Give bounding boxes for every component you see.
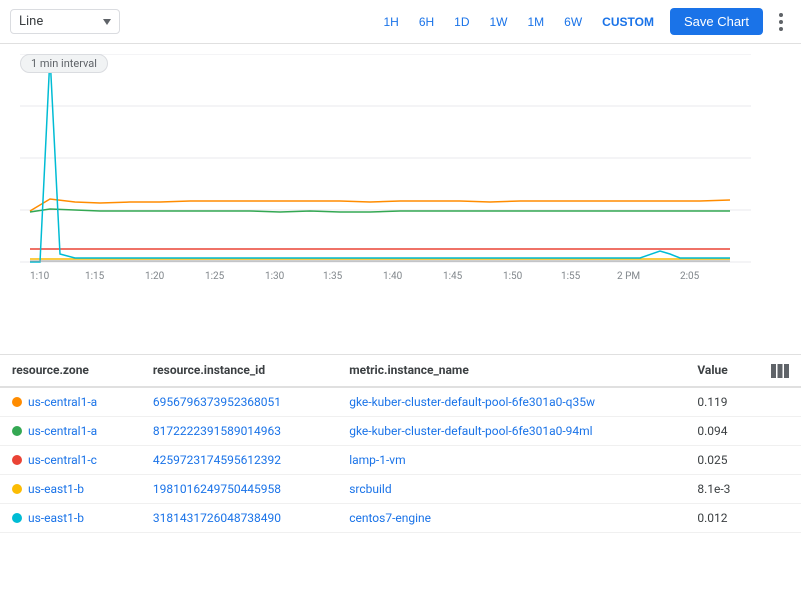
table-row: us-east1-b 1981016249750445958 srcbuild …: [0, 474, 801, 503]
cell-zone-4: us-east1-b: [0, 503, 141, 532]
series-dot-1: [12, 426, 22, 436]
x-label-2pm: 2 PM: [617, 271, 640, 282]
cell-metric-1: gke-kuber-cluster-default-pool-6fe301a0-…: [337, 416, 685, 445]
instance-link-0[interactable]: 6956796373952368051: [153, 395, 281, 409]
zone-link-3[interactable]: us-east1-b: [28, 482, 84, 496]
table-header-row: resource.zone resource.instance_id metri…: [0, 355, 801, 387]
columns-icon[interactable]: [771, 364, 789, 378]
x-label-145: 1:45: [443, 271, 463, 282]
x-label-130: 1:30: [265, 271, 285, 282]
instance-link-4[interactable]: 3181431726048738490: [153, 511, 281, 525]
cell-empty-0: [759, 387, 801, 417]
metric-link-0[interactable]: gke-kuber-cluster-default-pool-6fe301a0-…: [349, 395, 595, 409]
zone-link-0[interactable]: us-central1-a: [28, 395, 97, 409]
cell-metric-2: lamp-1-vm: [337, 445, 685, 474]
cell-value-2: 0.025: [685, 445, 759, 474]
time-btn-1m[interactable]: 1M: [520, 11, 553, 33]
cell-value-4: 0.012: [685, 503, 759, 532]
cell-zone-1: us-central1-a: [0, 416, 141, 445]
line-cyan: [30, 56, 730, 262]
x-label-125: 1:25: [205, 271, 225, 282]
table-row: us-central1-a 6956796373952368051 gke-ku…: [0, 387, 801, 417]
col-icon: [759, 355, 801, 387]
x-label-115: 1:15: [85, 271, 105, 282]
x-label-205: 2:05: [680, 271, 700, 282]
cell-empty-2: [759, 445, 801, 474]
col-value: Value: [685, 355, 759, 387]
cell-value-1: 0.094: [685, 416, 759, 445]
time-btn-1d[interactable]: 1D: [446, 11, 477, 33]
save-chart-button[interactable]: Save Chart: [670, 8, 763, 35]
cell-empty-4: [759, 503, 801, 532]
interval-badge: 1 min interval: [20, 54, 108, 73]
time-btn-6w[interactable]: 6W: [556, 11, 590, 33]
x-label-140: 1:40: [383, 271, 403, 282]
more-dot-2: [779, 20, 783, 24]
table-body: us-central1-a 6956796373952368051 gke-ku…: [0, 387, 801, 533]
series-dot-0: [12, 397, 22, 407]
data-table: resource.zone resource.instance_id metri…: [0, 355, 801, 533]
chart-type-label: Line: [19, 14, 97, 29]
x-label-135: 1:35: [323, 271, 343, 282]
chart-container: 1 min interval 0 0.1 0.2 0.3 0.4 1:10 1:…: [0, 44, 801, 354]
series-dot-3: [12, 484, 22, 494]
col-instance-id: resource.instance_id: [141, 355, 337, 387]
x-label-120: 1:20: [145, 271, 165, 282]
cell-metric-0: gke-kuber-cluster-default-pool-6fe301a0-…: [337, 387, 685, 417]
cell-zone-3: us-east1-b: [0, 474, 141, 503]
cell-metric-4: centos7-engine: [337, 503, 685, 532]
chart-type-dropdown[interactable]: Line: [10, 9, 120, 34]
table-row: us-central1-c 4259723174595612392 lamp-1…: [0, 445, 801, 474]
metric-link-3[interactable]: srcbuild: [349, 482, 391, 496]
more-options-button[interactable]: [771, 12, 791, 32]
more-dot-3: [779, 27, 783, 31]
cell-metric-3: srcbuild: [337, 474, 685, 503]
zone-link-2[interactable]: us-central1-c: [28, 453, 97, 467]
cell-value-0: 0.119: [685, 387, 759, 417]
cell-instance-3: 1981016249750445958: [141, 474, 337, 503]
time-buttons: 1H 6H 1D 1W 1M 6W CUSTOM: [375, 11, 661, 33]
header: Line 1H 6H 1D 1W 1M 6W CUSTOM Save Chart: [0, 0, 801, 44]
metric-link-2[interactable]: lamp-1-vm: [349, 453, 405, 467]
time-btn-custom[interactable]: CUSTOM: [594, 11, 662, 33]
col-zone: resource.zone: [0, 355, 141, 387]
x-label-150: 1:50: [503, 271, 523, 282]
instance-link-1[interactable]: 8172222391589014963: [153, 424, 281, 438]
line-orange: [30, 199, 730, 211]
cell-instance-0: 6956796373952368051: [141, 387, 337, 417]
cell-empty-3: [759, 474, 801, 503]
time-btn-1w[interactable]: 1W: [482, 11, 516, 33]
table-row: us-east1-b 3181431726048738490 centos7-e…: [0, 503, 801, 532]
cell-value-3: 8.1e-3: [685, 474, 759, 503]
chart-svg: 0 0.1 0.2 0.3 0.4 1:10 1:15 1:20 1:25 1:…: [20, 54, 751, 314]
cell-zone-0: us-central1-a: [0, 387, 141, 417]
chevron-down-icon: [103, 19, 111, 25]
instance-link-2[interactable]: 4259723174595612392: [153, 453, 281, 467]
zone-link-1[interactable]: us-central1-a: [28, 424, 97, 438]
cell-instance-2: 4259723174595612392: [141, 445, 337, 474]
x-label-155: 1:55: [561, 271, 581, 282]
zone-link-4[interactable]: us-east1-b: [28, 511, 84, 525]
series-dot-4: [12, 513, 22, 523]
col-metric-name: metric.instance_name: [337, 355, 685, 387]
metric-link-1[interactable]: gke-kuber-cluster-default-pool-6fe301a0-…: [349, 424, 592, 438]
cell-zone-2: us-central1-c: [0, 445, 141, 474]
time-btn-6h[interactable]: 6H: [411, 11, 442, 33]
metric-link-4[interactable]: centos7-engine: [349, 511, 431, 525]
series-dot-2: [12, 455, 22, 465]
more-dot-1: [779, 13, 783, 17]
time-btn-1h[interactable]: 1H: [375, 11, 406, 33]
table-row: us-central1-a 8172222391589014963 gke-ku…: [0, 416, 801, 445]
instance-link-3[interactable]: 1981016249750445958: [153, 482, 281, 496]
cell-instance-4: 3181431726048738490: [141, 503, 337, 532]
cell-instance-1: 8172222391589014963: [141, 416, 337, 445]
table-container: resource.zone resource.instance_id metri…: [0, 354, 801, 590]
x-label-110: 1:10: [30, 271, 50, 282]
cell-empty-1: [759, 416, 801, 445]
